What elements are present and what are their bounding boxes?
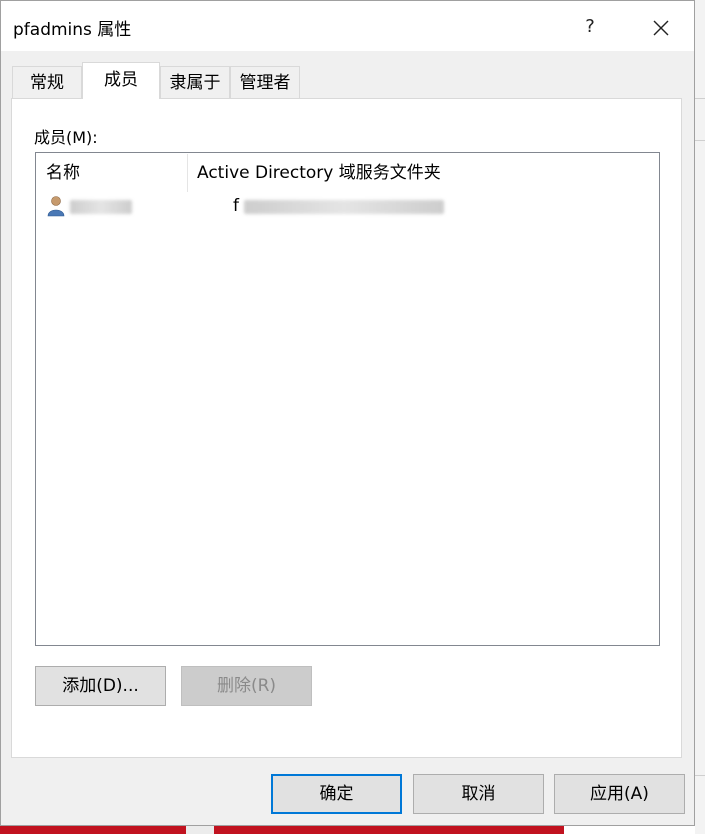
user-icon bbox=[47, 196, 65, 217]
cancel-button[interactable]: 取消 bbox=[413, 774, 544, 814]
background-window-edge bbox=[695, 0, 705, 834]
background-divider bbox=[695, 98, 705, 99]
tab-members[interactable]: 成员 bbox=[82, 62, 160, 99]
background-divider bbox=[695, 775, 705, 776]
ok-button[interactable]: 确定 bbox=[271, 774, 402, 814]
background-taskbar-gap bbox=[186, 826, 214, 834]
members-label: 成员(M): bbox=[34, 128, 98, 147]
column-separator[interactable] bbox=[187, 154, 188, 192]
add-button[interactable]: 添加(D)... bbox=[35, 666, 166, 706]
apply-button[interactable]: 应用(A) bbox=[554, 774, 685, 814]
background-taskbar-segment bbox=[0, 826, 186, 834]
title-bar: pfadmins 属性 ? bbox=[1, 1, 694, 51]
column-header-folder[interactable]: Active Directory 域服务文件夹 bbox=[197, 154, 647, 192]
column-header-name[interactable]: 名称 bbox=[46, 154, 186, 192]
tab-managed-by[interactable]: 管理者 bbox=[230, 66, 300, 98]
background-taskbar-segment bbox=[214, 826, 564, 834]
close-icon bbox=[653, 20, 669, 35]
tab-general[interactable]: 常规 bbox=[12, 66, 82, 98]
close-button[interactable] bbox=[637, 9, 685, 45]
background-divider bbox=[695, 140, 705, 141]
folder-path-prefix: f bbox=[233, 196, 239, 216]
redacted-folder-path bbox=[244, 200, 444, 214]
help-button[interactable]: ? bbox=[566, 9, 614, 45]
remove-button[interactable]: 删除(R) bbox=[181, 666, 312, 706]
redacted-name bbox=[70, 200, 132, 214]
members-list[interactable]: 名称 Active Directory 域服务文件夹 f bbox=[35, 152, 660, 646]
window-title: pfadmins 属性 bbox=[13, 20, 132, 40]
list-item[interactable]: f bbox=[46, 195, 646, 219]
tab-member-of[interactable]: 隶属于 bbox=[160, 66, 230, 98]
